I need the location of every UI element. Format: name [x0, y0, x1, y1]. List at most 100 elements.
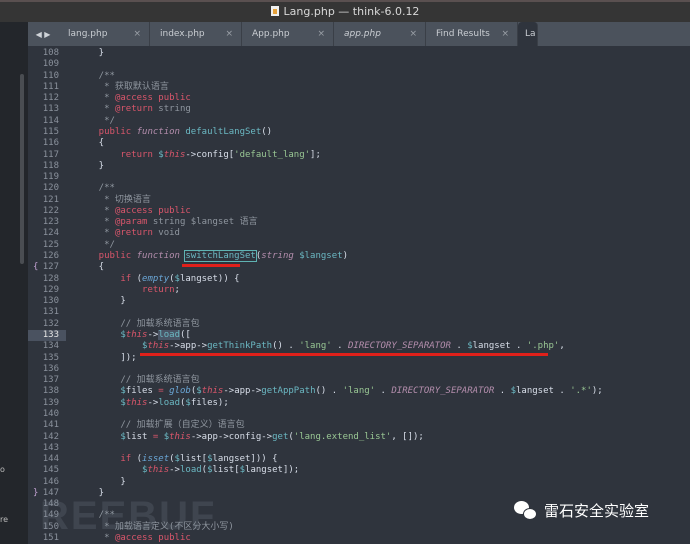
code-token: langset]); [245, 465, 300, 476]
code-line[interactable]: 139 $this->load($files); [28, 398, 690, 409]
fold-marker-icon[interactable]: } [33, 488, 38, 499]
code-line[interactable]: 140 [28, 409, 690, 420]
code-line[interactable]: 116 { [28, 138, 690, 149]
code-token: , [559, 341, 565, 352]
code-line[interactable]: 141 // 加载扩展（自定义）语言包 [28, 420, 690, 431]
code-line[interactable]: 146 } [28, 477, 690, 488]
tab-find-results[interactable]: Find Results × [426, 22, 518, 46]
code-line[interactable]: 111 * 获取默认语言 [28, 82, 690, 93]
line-number: 108 [42, 48, 59, 58]
line-number: 142 [42, 431, 59, 442]
code-line[interactable]: 134 $this->app->getThinkPath() . 'lang' … [28, 341, 690, 352]
code-token: $ [77, 431, 126, 442]
code-token: get [272, 431, 289, 442]
code-line[interactable]: 115 public function defaultLangSet() [28, 127, 690, 138]
code-line[interactable]: 128 if (empty($langset)) { [28, 274, 690, 285]
code-token: this [147, 465, 170, 476]
code-line[interactable]: 125 */ [28, 240, 690, 251]
code-line[interactable]: 110 /** [28, 71, 690, 82]
close-icon[interactable]: × [133, 29, 141, 39]
line-number: 113 [42, 104, 59, 115]
tab-nav-arrows[interactable]: ◀ ▶ [28, 30, 58, 39]
code-token: . [450, 341, 468, 352]
line-number: 118 [42, 160, 59, 171]
tab-app-php[interactable]: App.php × [242, 22, 334, 46]
close-icon[interactable]: × [317, 29, 325, 39]
tab-index-php[interactable]: index.php × [150, 22, 242, 46]
code-line[interactable]: 121 * 切换语言 [28, 195, 690, 206]
code-line[interactable]: 143 [28, 443, 690, 454]
code-token: * [77, 217, 115, 228]
tab-lang-php-active[interactable]: La [518, 22, 538, 46]
code-token: public [158, 205, 191, 216]
code-token: -> [169, 465, 180, 476]
code-token: . [331, 341, 348, 352]
line-number: 116 [42, 138, 59, 149]
code-line[interactable]: 117 return $this->config['default_lang']… [28, 150, 690, 161]
line-number: 115 [42, 126, 59, 137]
code-token: * [77, 205, 115, 216]
code-line[interactable]: 138 $files = glob($this->app->getAppPath… [28, 386, 690, 397]
line-number: 145 [42, 465, 59, 476]
line-number: 123 [42, 217, 59, 228]
code-token: @return [114, 104, 153, 115]
code-token: @return [114, 228, 153, 239]
code-line[interactable]: 119 [28, 172, 690, 183]
code-token: ]); [77, 352, 137, 363]
code-editor[interactable]: 108 } 109 110 /** 111 * 获取默认语言 112 * @access… [28, 46, 690, 544]
code-text: } [77, 296, 125, 307]
code-token: () . [315, 386, 343, 397]
code-token: ->app-> [169, 341, 208, 352]
code-line[interactable]: 132 // 加载系统语言包 [28, 319, 690, 330]
code-text: { [77, 138, 104, 149]
code-token: glob [169, 386, 191, 397]
code-line[interactable]: 130 } [28, 296, 690, 307]
fold-marker-icon[interactable]: { [33, 262, 38, 273]
code-token: DIRECTORY_SEPARATOR [391, 386, 495, 397]
code-line[interactable]: 122 * @access public [28, 206, 690, 217]
code-text: $this->app->getThinkPath() . 'lang' . DI… [77, 341, 565, 352]
code-line[interactable]: 131 [28, 307, 690, 318]
code-line[interactable]: 114 */ [28, 116, 690, 127]
tab-label: La [525, 29, 536, 39]
code-line[interactable]: 133 $this->load([ [28, 330, 690, 342]
close-icon[interactable]: × [501, 29, 509, 39]
code-token: -> [147, 330, 159, 340]
code-line[interactable]: 137 // 加载系统语言包 [28, 375, 690, 386]
tab-app-php-preview[interactable]: app.php × [334, 22, 426, 46]
code-token: '.*' [570, 386, 592, 397]
code-line[interactable]: 113 * @return string [28, 104, 690, 115]
code-text: * 切换语言 [77, 195, 151, 206]
code-line[interactable]: 108 } [28, 48, 690, 59]
code-token: { [77, 262, 105, 273]
code-token: 'lang.extend_list' [293, 431, 392, 442]
code-line[interactable]: 123 * @param string $langset 语言 [28, 217, 690, 228]
code-text: /** [77, 183, 115, 194]
close-icon[interactable]: × [225, 29, 233, 39]
code-line[interactable]: 124 * @return void [28, 228, 690, 239]
code-token: } [77, 48, 105, 58]
close-icon[interactable]: × [409, 29, 417, 39]
code-line[interactable]: 118 } [28, 161, 690, 172]
line-number: 125 [42, 239, 59, 250]
code-line[interactable]: 142 $list = $this->app->config->get('lan… [28, 432, 690, 443]
tab-lang-php[interactable]: lang.php × [58, 22, 150, 46]
code-token: list [125, 431, 153, 442]
code-line[interactable]: 109 [28, 59, 690, 70]
code-text: * 获取默认语言 [77, 82, 169, 93]
sidebar-scrollbar[interactable] [20, 74, 24, 264]
code-line[interactable]: 126 public function switchLangSet(string… [28, 250, 690, 263]
code-token: ) [342, 251, 348, 262]
code-line[interactable]: 129 return; [28, 285, 690, 296]
code-line[interactable]: 136 [28, 364, 690, 375]
red-underline-annotation [182, 264, 240, 267]
code-line[interactable]: 127{ { [28, 262, 690, 273]
code-line[interactable]: 144 if (isset($list[$langset])) { [28, 454, 690, 465]
code-token: ]; [310, 149, 321, 160]
code-line[interactable]: 112 * @access public [28, 93, 690, 104]
code-token: 'lang' [342, 386, 376, 397]
code-token: function [136, 126, 186, 137]
code-token: $ [77, 341, 148, 352]
code-line[interactable]: 120 /** [28, 183, 690, 194]
code-line[interactable]: 145 $this->load($list[$langset]); [28, 465, 690, 476]
